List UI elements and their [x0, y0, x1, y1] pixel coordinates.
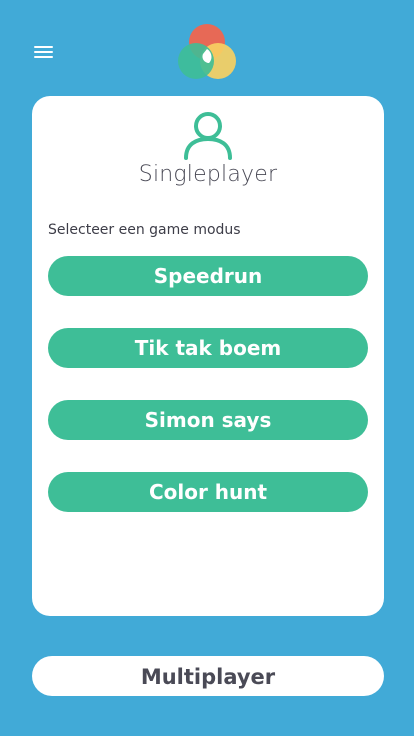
hamburger-menu-icon: [34, 46, 53, 48]
color-hunt-button[interactable]: Color hunt: [48, 472, 368, 512]
multiplayer-button[interactable]: Multiplayer: [32, 656, 384, 696]
game-mode-prompt: Selecteer een game modus: [48, 222, 241, 238]
menu-bar: [34, 56, 53, 58]
user-icon: [182, 110, 234, 160]
menu-bar: [34, 51, 53, 53]
color-circles-logo-icon: [178, 24, 236, 79]
menu-button[interactable]: [34, 44, 54, 60]
speedrun-button[interactable]: Speedrun: [48, 256, 368, 296]
simon-says-button[interactable]: Simon says: [48, 400, 368, 440]
singleplayer-card: Singleplayer Selecteer een game modus Sp…: [32, 96, 384, 616]
app-logo: [176, 22, 238, 84]
card-title: Singleplayer: [138, 162, 278, 187]
tik-tak-boem-button[interactable]: Tik tak boem: [48, 328, 368, 368]
